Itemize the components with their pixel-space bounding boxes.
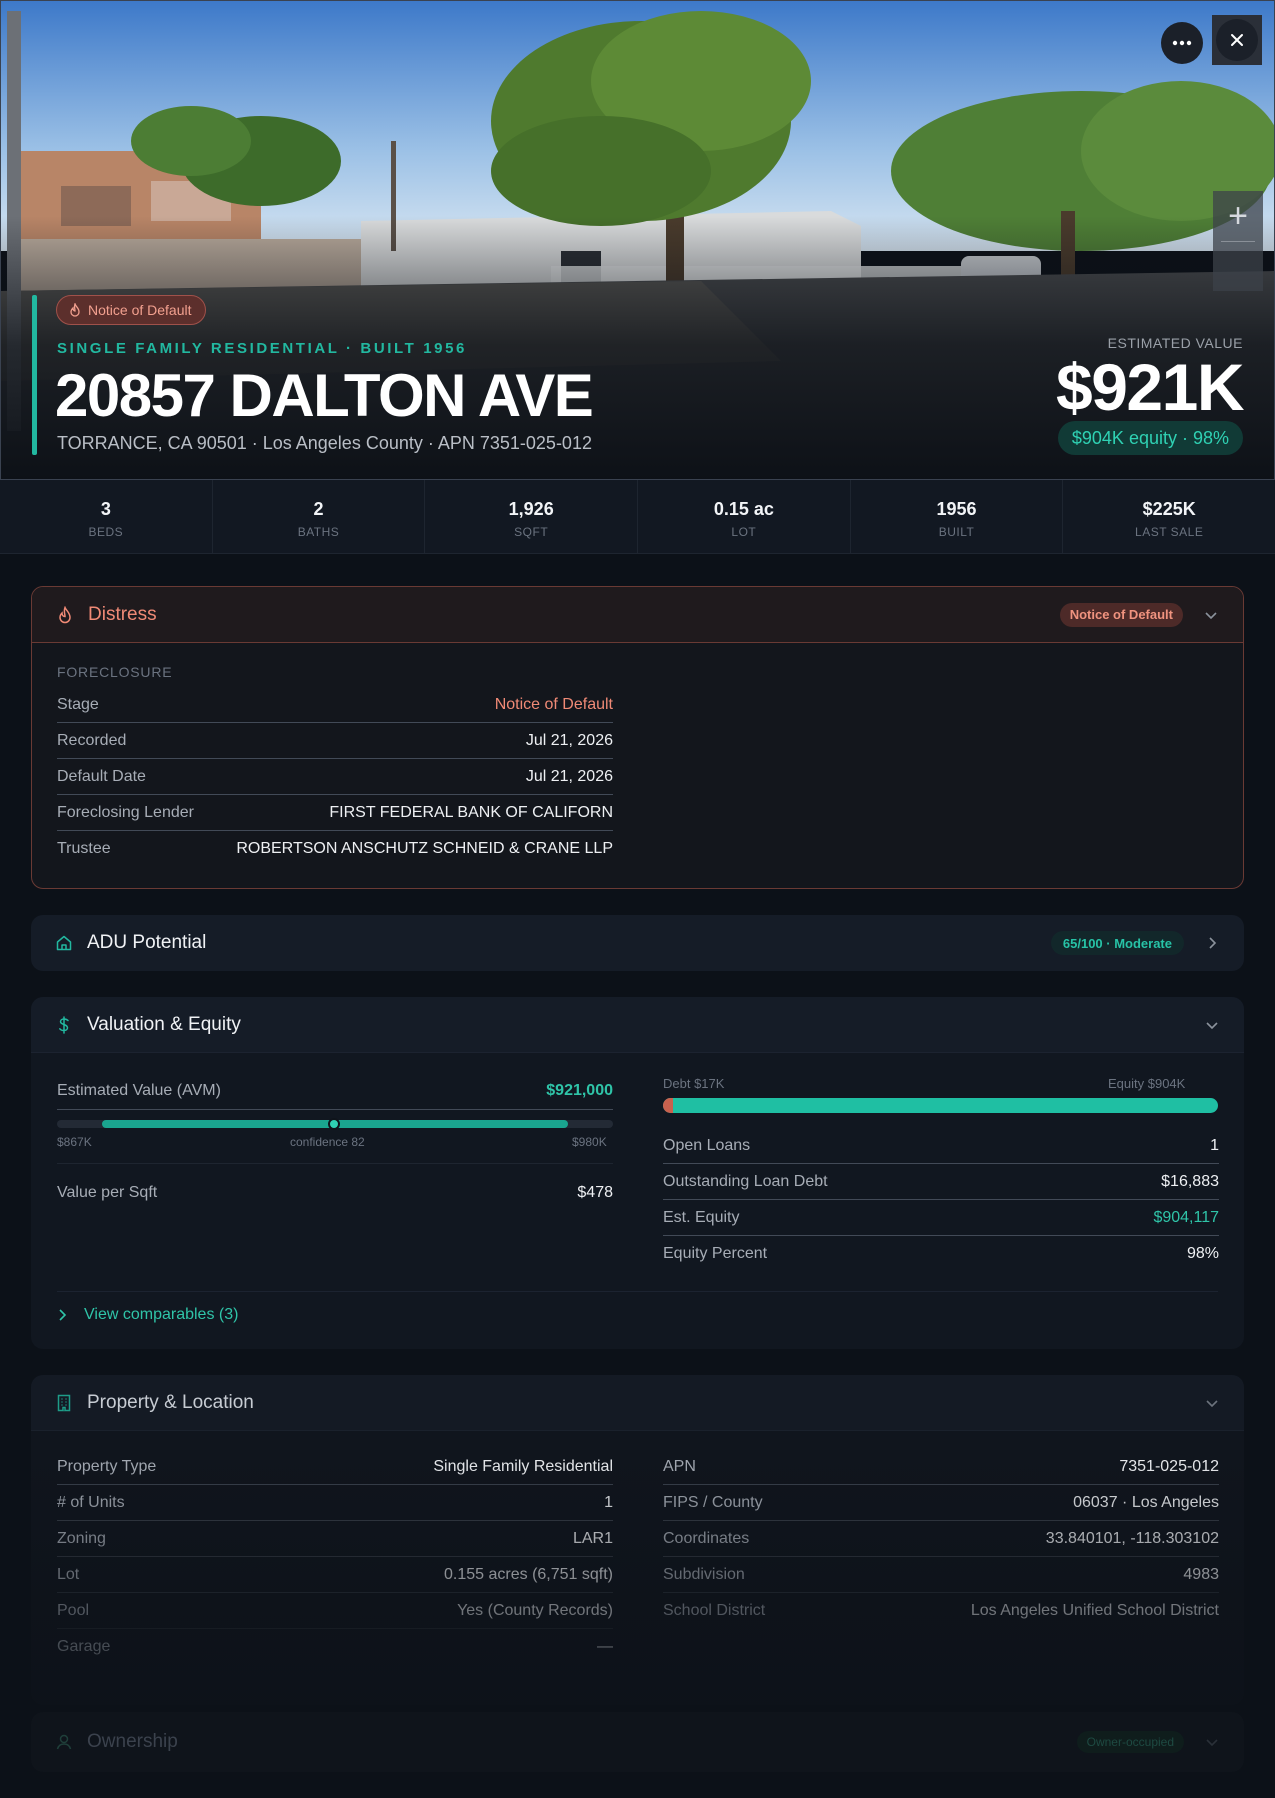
- adu-score-badge: 65/100 · Moderate: [1050, 931, 1184, 955]
- ownership-badge: Owner-occupied: [1076, 1731, 1184, 1753]
- close-icon: [1231, 34, 1243, 46]
- chevron-down-icon[interactable]: [1204, 1017, 1220, 1033]
- debt-label: Debt $17K: [663, 1076, 725, 1091]
- street-view-hero: + Notice of Default SINGLE FAMILY RESIDE…: [0, 0, 1275, 480]
- valuation-title: Valuation & Equity: [87, 1013, 241, 1035]
- zoom-in-button[interactable]: +: [1213, 191, 1263, 241]
- property-type-line: SINGLE FAMILY RESIDENTIAL · BUILT 1956: [57, 340, 467, 357]
- location-row-apn: APN 7351-025-012: [663, 1449, 1219, 1485]
- chevron-down-icon[interactable]: [1203, 607, 1219, 623]
- close-button-frame: [1212, 15, 1262, 65]
- stat-beds: 3 BEDS: [0, 480, 213, 553]
- distress-card-header[interactable]: Distress Notice of Default: [32, 587, 1243, 643]
- stat-lot: 0.15 ac LOT: [638, 480, 851, 553]
- building-icon: [57, 1394, 71, 1411]
- property-row-lot: Lot 0.155 acres (6,751 sqft): [57, 1557, 613, 1593]
- ownership-title: Ownership: [87, 1731, 178, 1752]
- adu-potential-card[interactable]: ADU Potential 65/100 · Moderate: [31, 915, 1244, 971]
- property-row-garage: Garage —: [57, 1638, 613, 1655]
- distress-row-trustee: Trustee ROBERTSON ANSCHUTZ SCHNEID & CRAN…: [57, 840, 613, 857]
- flame-icon: [59, 605, 71, 623]
- property-row-zoning: Zoning LAR1: [57, 1521, 613, 1557]
- avm-confidence: confidence 82: [290, 1135, 365, 1149]
- avm-range-high: $980K: [572, 1135, 607, 1149]
- location-row-fips: FIPS / County 06037 · Los Angeles: [663, 1485, 1219, 1521]
- address-subline: TORRANCE, CA 90501 · Los Angeles County …: [57, 433, 592, 453]
- more-horizontal-icon: [1172, 40, 1192, 46]
- property-row-pool: Pool Yes (County Records): [57, 1593, 613, 1629]
- distress-row-default-date: Default Date Jul 21, 2026: [57, 759, 613, 795]
- flame-icon: [70, 303, 80, 317]
- distress-row-lender: Foreclosing Lender FIRST FEDERAL BANK OF …: [57, 795, 613, 831]
- location-row-subdivision: Subdivision 4983: [663, 1557, 1219, 1593]
- value-per-sqft-row: Value per Sqft $478: [57, 1184, 613, 1201]
- valuation-row-loan-debt: Outstanding Loan Debt $16,883: [663, 1164, 1219, 1200]
- avm-row: Estimated Value (AVM) $921,000: [57, 1073, 613, 1110]
- stat-last-sale: $225K LAST SALE: [1135, 499, 1204, 539]
- property-stats-bar: 3 BEDS 2 BATHS 1,926 SQFT 0.15 ac LOT 1956 BU…: [0, 480, 1275, 554]
- valuation-row-equity-percent: Equity Percent 98%: [663, 1245, 1219, 1262]
- avm-range-marker: [328, 1118, 340, 1130]
- dollar-icon: [59, 1015, 69, 1034]
- valuation-card-header[interactable]: Valuation & Equity: [31, 997, 1244, 1053]
- chevron-right-icon: [59, 1309, 67, 1321]
- chevron-down-icon[interactable]: [1204, 1734, 1220, 1750]
- user-icon: [56, 1734, 72, 1750]
- distress-row-stage: Stage Notice of Default: [57, 687, 613, 723]
- stat-sqft: 1,926 SQFT: [425, 480, 639, 553]
- estimated-value: $921K: [1056, 350, 1245, 424]
- street-view-zoom-control: +: [1213, 191, 1263, 291]
- view-comparables-link[interactable]: View comparables (3): [56, 1306, 238, 1324]
- property-row-type: Property Type Single Family Residential: [57, 1449, 613, 1485]
- ownership-card[interactable]: Ownership Owner-occupied: [31, 1712, 1244, 1772]
- property-card-header[interactable]: Property & Location: [31, 1375, 1244, 1431]
- stat-baths: 2 BATHS: [213, 480, 426, 553]
- chevron-right-icon[interactable]: [1204, 935, 1220, 951]
- debt-equity-bar: [663, 1098, 1218, 1113]
- equity-pill: $904K equity · 98%: [1057, 421, 1243, 455]
- page-title: 20857 DALTON AVE: [55, 362, 594, 429]
- valuation-row-open-loans: Open Loans 1: [663, 1128, 1219, 1164]
- property-title: Property & Location: [87, 1391, 254, 1413]
- valuation-row-est-equity: Est. Equity $904,117: [663, 1200, 1219, 1236]
- stat-built: 1956 BUILT: [851, 480, 1064, 553]
- adu-title: ADU Potential: [87, 932, 207, 953]
- location-row-school-district: School District Los Angeles Unified Schoo…: [663, 1602, 1219, 1619]
- property-row-units: # of Units 1: [57, 1485, 613, 1521]
- debt-segment: [663, 1098, 673, 1113]
- distress-status-badge: Notice of Default: [1059, 602, 1183, 627]
- distress-title: Distress: [88, 603, 157, 625]
- chevron-down-icon[interactable]: [1204, 1395, 1220, 1411]
- home-icon: [56, 935, 72, 951]
- distress-badge-label: Notice of Default: [88, 302, 192, 318]
- more-options-button[interactable]: [1161, 22, 1203, 64]
- equity-label: Equity $904K: [1108, 1076, 1186, 1091]
- distress-row-recorded: Recorded Jul 21, 2026: [57, 723, 613, 759]
- location-row-coordinates: Coordinates 33.840101, -118.303102: [663, 1521, 1219, 1557]
- distress-badge: Notice of Default: [56, 295, 206, 325]
- avm-range-low: $867K: [57, 1135, 92, 1149]
- hero-accent-bar: [32, 295, 37, 455]
- foreclosure-section-label: FORECLOSURE: [57, 664, 173, 680]
- close-button[interactable]: [1216, 19, 1258, 61]
